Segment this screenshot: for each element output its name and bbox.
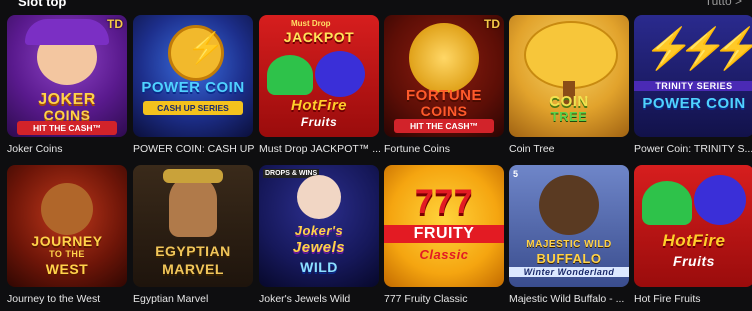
game-logo-line1: HotFire <box>662 231 726 250</box>
game-logo-line2: TREE <box>550 109 588 124</box>
gold-coin-icon <box>409 23 479 93</box>
joker-face-icon <box>297 175 341 219</box>
game-logo-line2: COINS <box>420 103 468 119</box>
game-logo-strip: HIT THE CASH™ <box>394 119 494 133</box>
game-logo-line1: MAJESTIC WILD <box>526 239 612 250</box>
game-logo-line1: JOURNEY <box>31 233 103 249</box>
provider-number-tag: 5 <box>513 169 519 179</box>
tree-icon <box>524 21 618 89</box>
game-logo-line1: JACKPOT <box>283 29 355 45</box>
game-logo-line1: POWER COIN <box>642 95 746 112</box>
game-logo-line3: WEST <box>45 261 89 277</box>
game-logo-line2: Fruits <box>673 253 715 269</box>
game-title[interactable]: Journey to the West <box>7 293 131 305</box>
grapes-icon <box>694 175 746 225</box>
game-logo-line1: EGYPTIAN <box>155 243 231 259</box>
game-thumbnail[interactable]: ⚡ ⚡ ⚡ TRINITY SERIES POWER COIN <box>634 15 752 137</box>
game-tile-power-coin-cash-up[interactable]: ⚡ POWER COIN CASH UP SERIES POWER COIN: … <box>133 15 254 155</box>
game-logo-line3: WILD <box>300 259 338 275</box>
game-logo-line2: FRUITY <box>384 225 504 243</box>
game-title[interactable]: Fortune Coins <box>384 143 508 155</box>
game-tile-must-drop-jackpot[interactable]: Must Drop JACKPOT HotFire Fruits Must Dr… <box>259 15 381 155</box>
headdress-icon <box>163 169 223 183</box>
game-logo-line2: BUFFALO <box>536 251 602 266</box>
provider-badge: TD <box>484 17 500 31</box>
series-tag: TRINITY SERIES <box>634 81 752 91</box>
game-title[interactable]: Joker's Jewels Wild <box>259 293 383 305</box>
buffalo-icon <box>539 175 599 235</box>
game-logo-line1: COIN <box>549 93 589 110</box>
monkey-king-icon <box>41 183 93 235</box>
section-header: Slot top Tutto > <box>0 0 752 14</box>
game-tile-hot-fire-fruits[interactable]: HotFire Fruits Hot Fire Fruits <box>634 165 752 305</box>
game-thumbnail[interactable]: TD FORTUNE COINS HIT THE CASH™ <box>384 15 504 137</box>
section-title: Slot top <box>18 0 67 9</box>
game-thumbnail[interactable]: HotFire Fruits <box>634 165 752 287</box>
game-logo-line3: Classic <box>419 247 469 262</box>
jester-hat-icon <box>25 19 109 45</box>
game-logo-line2: Jewels <box>292 239 346 256</box>
game-title[interactable]: Egyptian Marvel <box>133 293 257 305</box>
game-title[interactable]: 777 Fruity Classic <box>384 293 508 305</box>
game-title[interactable]: Power Coin: TRINITY S... <box>634 143 752 155</box>
game-title[interactable]: Joker Coins <box>7 143 131 155</box>
game-tile-jokers-jewels-wild[interactable]: DROPS & WINS Joker's Jewels WILD Joker's… <box>259 165 379 305</box>
lightning-icon: ⚡ <box>187 32 225 65</box>
game-thumbnail[interactable]: EGYPTIAN MARVEL <box>133 165 253 287</box>
game-title[interactable]: Majestic Wild Buffalo - ... <box>509 293 633 305</box>
game-tile-egyptian-marvel[interactable]: EGYPTIAN MARVEL Egyptian Marvel <box>133 165 253 305</box>
game-logo-line1: 777 <box>414 183 474 221</box>
game-thumbnail[interactable]: ⚡ POWER COIN CASH UP SERIES <box>133 15 253 137</box>
game-logo-line2: HotFire <box>291 97 347 114</box>
game-tile-joker-coins[interactable]: TD JOKER COINS HIT THE CASH™ Joker Coins <box>7 15 127 155</box>
game-tile-majestic-wild-buffalo[interactable]: 5 MAJESTIC WILD BUFFALO Winter Wonderlan… <box>509 165 629 305</box>
game-title[interactable]: Coin Tree <box>509 143 633 155</box>
game-logo-line1: FORTUNE <box>406 87 482 104</box>
game-title[interactable]: Hot Fire Fruits <box>634 293 752 305</box>
watermelon-icon <box>642 181 692 225</box>
grapes-icon <box>315 51 365 97</box>
game-thumbnail[interactable]: 777 FRUITY Classic <box>384 165 504 287</box>
game-tile-journey-to-the-west[interactable]: JOURNEY TO THE WEST Journey to the West <box>7 165 127 305</box>
game-title[interactable]: POWER COIN: CASH UP <box>133 143 257 155</box>
game-logo-strip: HIT THE CASH™ <box>17 121 117 135</box>
game-logo-line2: MARVEL <box>162 261 224 277</box>
game-logo-line3: Winter Wonderland <box>509 267 629 277</box>
goddess-icon <box>169 175 217 237</box>
game-tile-coin-tree[interactable]: COIN TREE Coin Tree <box>509 15 629 155</box>
game-thumbnail[interactable]: DROPS & WINS Joker's Jewels WILD <box>259 165 379 287</box>
game-thumbnail[interactable]: JOURNEY TO THE WEST <box>7 165 127 287</box>
game-logo-line1: Joker's <box>294 223 344 238</box>
game-title[interactable]: Must Drop JACKPOT™ ... <box>259 143 383 155</box>
game-thumbnail[interactable]: 5 MAJESTIC WILD BUFFALO Winter Wonderlan… <box>509 165 629 287</box>
game-tile-777-fruity-classic[interactable]: 777 FRUITY Classic 777 Fruity Classic <box>384 165 504 305</box>
game-thumbnail[interactable]: COIN TREE <box>509 15 629 137</box>
jackpot-tag: Must Drop <box>291 19 331 28</box>
game-logo-line1: POWER COIN <box>141 79 245 96</box>
lightning-icon-green: ⚡ <box>712 27 752 71</box>
game-tile-fortune-coins[interactable]: TD FORTUNE COINS HIT THE CASH™ Fortune C… <box>384 15 504 155</box>
game-thumbnail[interactable]: Must Drop JACKPOT HotFire Fruits <box>259 15 379 137</box>
see-all-link[interactable]: Tutto > <box>705 0 742 8</box>
game-tile-power-coin-trinity[interactable]: ⚡ ⚡ ⚡ TRINITY SERIES POWER COIN Power Co… <box>634 15 752 155</box>
game-thumbnail[interactable]: TD JOKER COINS HIT THE CASH™ <box>7 15 127 137</box>
provider-badge: TD <box>107 17 123 31</box>
game-logo-line2: TO THE <box>49 249 85 259</box>
game-logo-strip: CASH UP SERIES <box>143 101 243 115</box>
game-logo-line3: Fruits <box>300 115 338 129</box>
watermelon-icon <box>267 55 313 95</box>
